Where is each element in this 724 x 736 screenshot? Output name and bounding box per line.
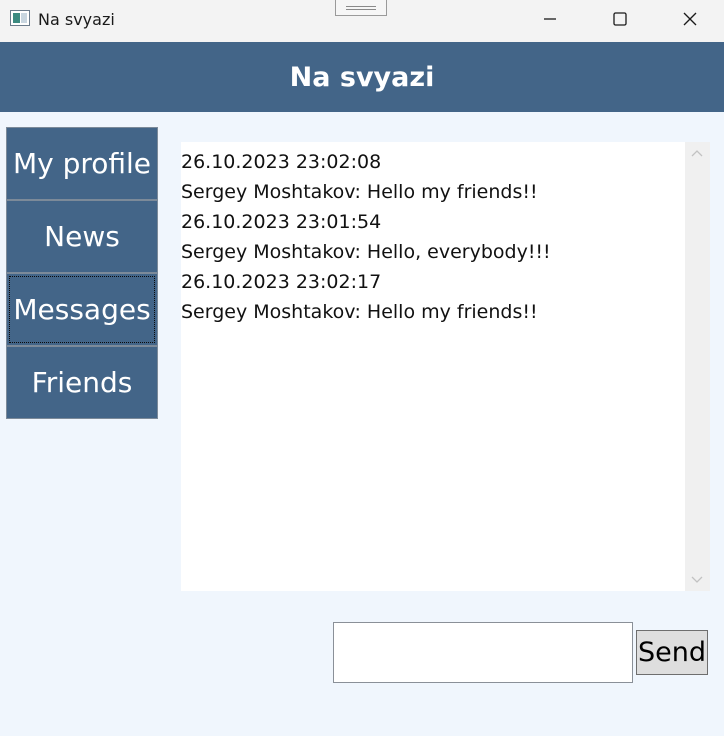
maximize-button[interactable] (597, 0, 643, 38)
message-text: Sergey Moshtakov: Hello my friends!! (181, 301, 538, 323)
message-timestamp: 26.10.2023 23:02:17 (181, 271, 382, 293)
sidebar-nav: My profile News Messages Friends (6, 127, 158, 419)
send-button[interactable]: Send (636, 630, 708, 675)
drag-handle[interactable] (335, 0, 387, 16)
message-input[interactable] (333, 622, 633, 683)
minimize-button[interactable] (527, 0, 573, 38)
nav-messages-button[interactable]: Messages (6, 273, 158, 346)
nav-my-profile-button[interactable]: My profile (6, 127, 158, 200)
app-window-icon (10, 10, 30, 26)
app-title: Na svyazi (289, 61, 435, 93)
minimize-icon (544, 18, 556, 20)
window-title: Na svyazi (38, 10, 115, 29)
messages-list: 26.10.2023 23:02:08 Sergey Moshtakov: He… (181, 147, 681, 327)
nav-news-button[interactable]: News (6, 200, 158, 273)
maximize-icon (613, 12, 627, 26)
chevron-down-icon[interactable] (690, 575, 704, 585)
message-timestamp: 26.10.2023 23:01:54 (181, 211, 382, 233)
chevron-up-icon[interactable] (690, 148, 704, 158)
message-timestamp: 26.10.2023 23:02:08 (181, 151, 382, 173)
message-text: Sergey Moshtakov: Hello my friends!! (181, 181, 538, 203)
app-header: Na svyazi (0, 42, 724, 112)
message-text: Sergey Moshtakov: Hello, everybody!!! (181, 241, 551, 263)
messages-list-box[interactable]: 26.10.2023 23:02:08 Sergey Moshtakov: He… (181, 142, 710, 591)
close-icon (683, 12, 697, 26)
close-button[interactable] (667, 0, 713, 38)
vertical-scrollbar[interactable] (685, 142, 710, 591)
nav-friends-button[interactable]: Friends (6, 346, 158, 419)
title-bar: Na svyazi (0, 0, 724, 42)
